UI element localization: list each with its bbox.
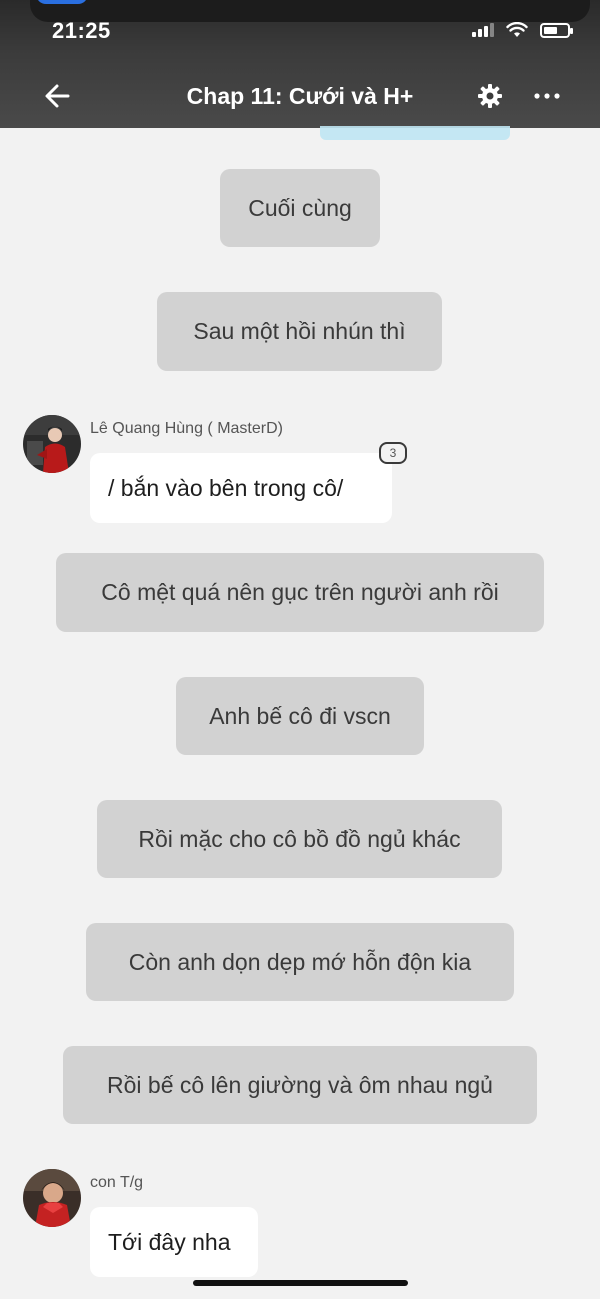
avatar[interactable] xyxy=(23,415,81,473)
character-message-bubble: Tới đây nha xyxy=(90,1207,258,1277)
chapter-title: Chap 11: Cưới và H+ xyxy=(186,83,414,109)
narration-bubble: Rồi mặc cho cô bồ đồ ngủ khác xyxy=(97,800,502,878)
avatar[interactable] xyxy=(23,1169,81,1227)
highlight-chip xyxy=(320,126,510,140)
status-time: 21:25 xyxy=(52,18,111,43)
gear-icon[interactable] xyxy=(476,82,504,110)
narration-bubble: Cuối cùng xyxy=(220,169,380,247)
author-name: con T/g xyxy=(90,1174,144,1191)
narration-bubble: Rồi bế cô lên giường và ôm nhau ngủ xyxy=(63,1046,537,1124)
battery-icon xyxy=(540,22,573,38)
more-icon[interactable] xyxy=(532,82,562,110)
notification-pill xyxy=(30,0,590,22)
author-name: Lê Quang Hùng ( MasterD) xyxy=(90,420,283,437)
character-message-bubble: / bắn vào bên trong cô/ xyxy=(90,453,392,523)
home-indicator xyxy=(193,1280,408,1286)
wifi-icon xyxy=(506,22,528,37)
narration-bubble: Sau một hồi nhún thì xyxy=(157,292,442,371)
app-header: 21:25 Chap 11: Cưới và H+ xyxy=(0,0,600,128)
comment-count-badge[interactable]: 3 xyxy=(379,442,407,464)
narration-bubble: Còn anh dọn dẹp mớ hỗn độn kia xyxy=(86,923,514,1001)
cellular-signal-icon xyxy=(472,23,494,37)
notification-chip xyxy=(36,0,88,4)
narration-bubble: Cô mệt quá nên gục trên người anh rồi xyxy=(56,553,544,632)
nav-bar: Chap 11: Cưới và H+ xyxy=(0,66,600,126)
narration-bubble: Anh bế cô đi vscn xyxy=(176,677,424,755)
status-icons xyxy=(472,22,573,38)
